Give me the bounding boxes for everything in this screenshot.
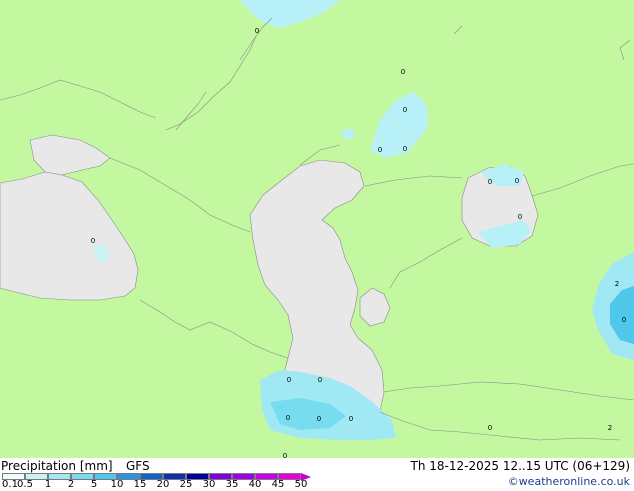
scale-tick-label: 0.1 <box>2 479 18 490</box>
scale-tick-label: 45 <box>271 479 285 490</box>
scale-tick-label: 20 <box>156 479 170 490</box>
precip-label: 0 <box>255 27 259 35</box>
precip-label: 0 <box>286 414 290 422</box>
scale-tick-label: 15 <box>133 479 147 490</box>
precip-label: 0 <box>488 178 492 186</box>
scale-tick-label: 50 <box>294 479 308 490</box>
weather-map-view: 0 0 0 0 0 0 0 0 0 2 0 0 0 0 0 0 0 2 0 Pr… <box>0 0 634 490</box>
model-name: GFS <box>126 459 150 473</box>
precip-label: 0 <box>515 177 519 185</box>
precip-label: 0 <box>622 316 626 324</box>
precipitation-map: 0 0 0 0 0 0 0 0 0 2 0 0 0 0 0 0 0 2 0 <box>0 0 634 458</box>
precip-label: 0 <box>378 146 382 154</box>
precip-label: 0 <box>317 415 321 423</box>
precip-label: 0 <box>349 415 353 423</box>
precip-label: 0 <box>287 376 291 384</box>
scale-tick-label: 40 <box>248 479 262 490</box>
scale-tick-label: 0.5 <box>17 479 33 490</box>
scale-tick-label: 5 <box>90 479 98 490</box>
precip-label: 0 <box>91 237 95 245</box>
scale-tick-label: 10 <box>110 479 124 490</box>
precip-label: 0 <box>488 424 492 432</box>
precip-label: 2 <box>608 424 612 432</box>
precip-label: 0 <box>518 213 522 221</box>
precip-label: 0 <box>401 68 405 76</box>
legend-title: Precipitation [mm] <box>1 459 113 473</box>
scale-tick-label: 1 <box>44 479 52 490</box>
precip-label: 0 <box>318 376 322 384</box>
scale-tick-label: 25 <box>179 479 193 490</box>
precip-label: 0 <box>403 145 407 153</box>
scale-ticks: 0.1 0.5 1 2 5 10 15 20 25 30 35 40 45 50 <box>0 479 330 491</box>
scale-tick-label: 35 <box>225 479 239 490</box>
scale-tick-label: 2 <box>67 479 75 490</box>
site-credit: ©weatheronline.co.uk <box>507 475 630 488</box>
precip-label: 0 <box>403 106 407 114</box>
scale-tick-label: 30 <box>202 479 216 490</box>
forecast-run-time: Th 18-12-2025 12..15 UTC (06+129) <box>410 459 630 473</box>
precip-label: 2 <box>615 280 619 288</box>
map-footer: Precipitation [mm] GFS Th 18-12-2025 12.… <box>0 458 634 490</box>
